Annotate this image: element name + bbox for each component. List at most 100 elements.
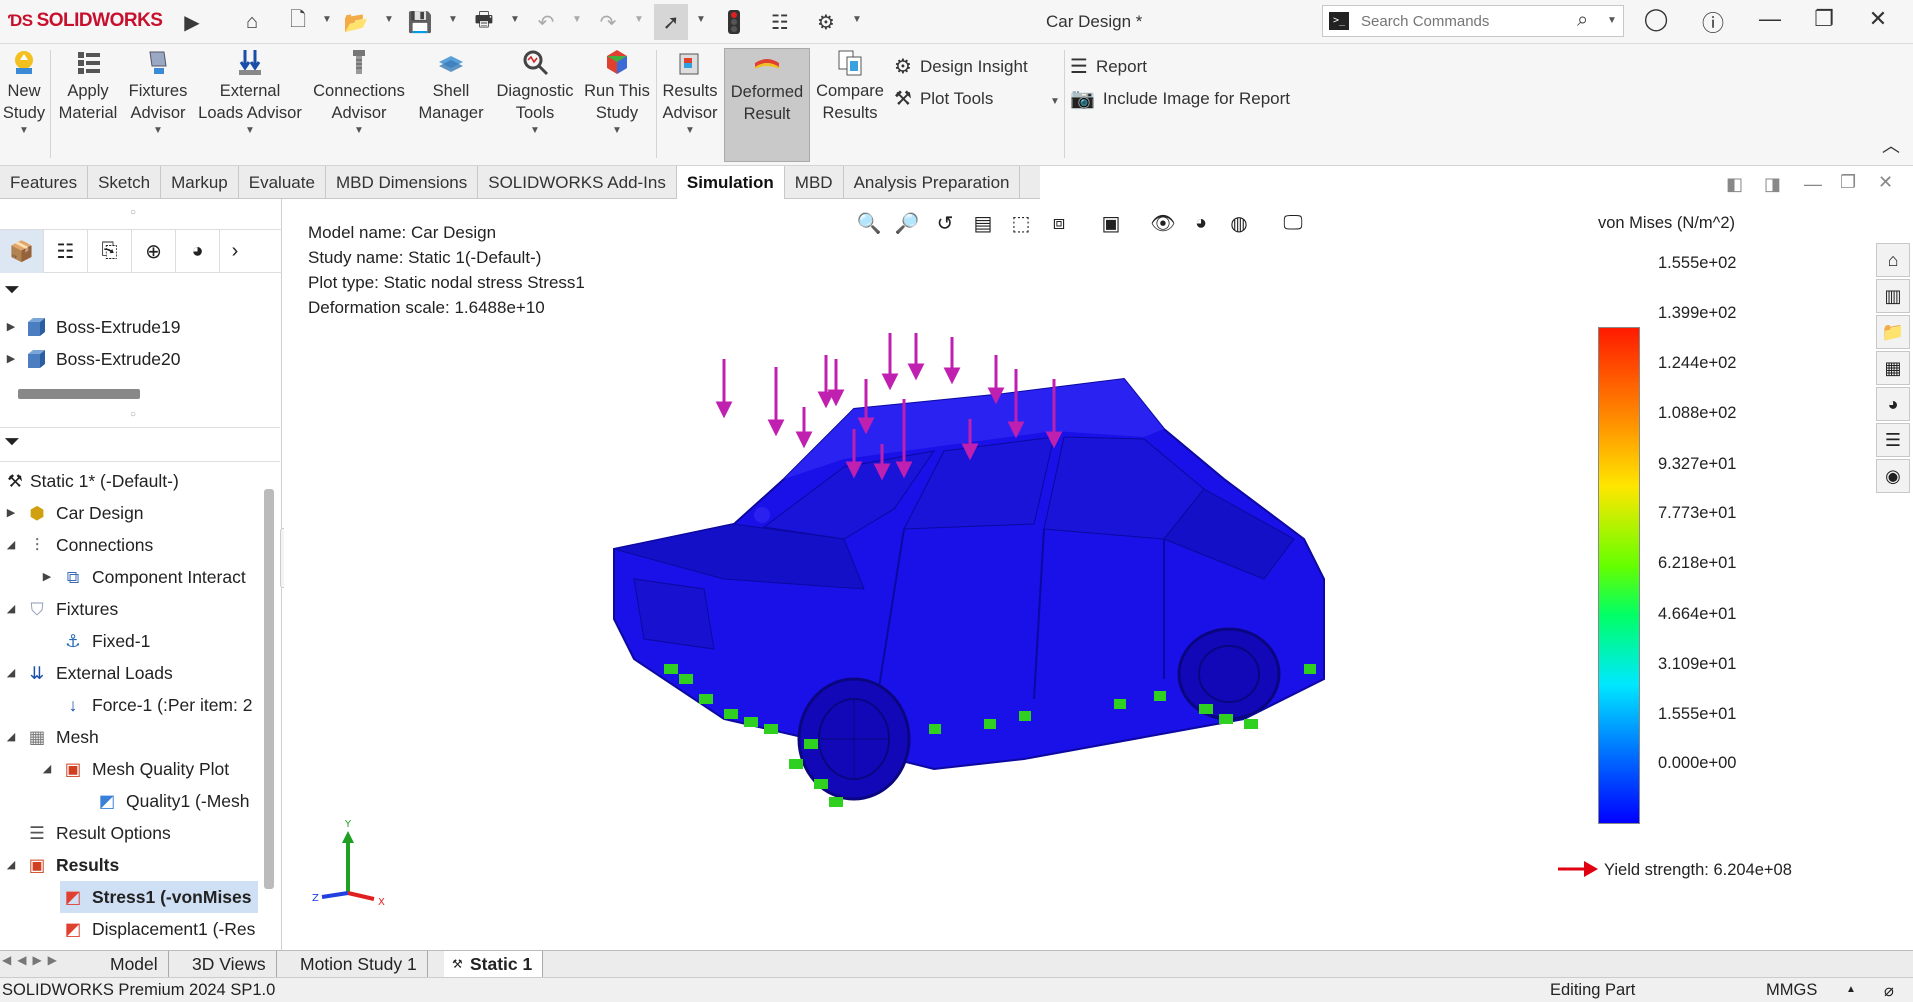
expand-menu-icon[interactable]: ▶ bbox=[178, 8, 206, 36]
tab-model[interactable]: Model bbox=[100, 951, 169, 978]
tile-right-icon[interactable]: ◨ bbox=[1764, 174, 1781, 195]
tab-analysis-preparation[interactable]: Analysis Preparation bbox=[844, 166, 1021, 199]
graphics-area[interactable]: Model name: Car Design Study name: Stati… bbox=[284, 199, 1913, 950]
help-icon[interactable]: ⓘ bbox=[1697, 6, 1729, 38]
tree-item-results[interactable]: ◢ ▣ Results bbox=[4, 849, 119, 881]
tree-item-component-interactions[interactable]: ▶ ⧉ Component Interact bbox=[40, 561, 246, 593]
edit-appearance-icon[interactable]: ◕ bbox=[1186, 209, 1216, 237]
tree-item-external-loads[interactable]: ◢ ⇊ External Loads bbox=[4, 657, 173, 689]
panel-splitter-handle[interactable]: ○ bbox=[130, 207, 136, 218]
connections-dropdown-icon[interactable]: ▼ bbox=[308, 126, 410, 136]
external-loads-dropdown-icon[interactable]: ▼ bbox=[196, 126, 304, 136]
select-cursor-icon[interactable]: ➚ bbox=[654, 4, 688, 40]
print-icon[interactable]: 🖶 bbox=[470, 8, 498, 36]
save-icon[interactable]: 💾 bbox=[406, 8, 434, 36]
tab-3d-views[interactable]: 3D Views bbox=[182, 951, 277, 978]
open-dropdown-icon[interactable]: ▼ bbox=[384, 14, 394, 25]
options-dropdown-icon[interactable]: ▼ bbox=[852, 14, 862, 25]
simulation-filter-icon[interactable]: ⏷ bbox=[4, 431, 20, 454]
property-manager-tab-icon[interactable]: ☷ bbox=[44, 230, 88, 273]
view-orientation-icon[interactable]: ⧈ bbox=[1044, 209, 1074, 237]
collapse-ribbon-icon[interactable]: ︿ bbox=[1882, 132, 1900, 158]
tree-item-boss-extrude20[interactable]: ▶ Boss-Extrude20 bbox=[4, 343, 181, 375]
traffic-light-icon[interactable] bbox=[720, 8, 748, 36]
fixtures-advisor-button[interactable]: Fixtures Advisor ▼ bbox=[124, 48, 192, 136]
results-advisor-dropdown-icon[interactable]: ▼ bbox=[660, 126, 720, 136]
tree-item-force-1[interactable]: ↓ Force-1 (:Per item: 2 bbox=[60, 689, 253, 721]
external-loads-advisor-button[interactable]: External Loads Advisor ▼ bbox=[196, 48, 304, 136]
horizontal-scrollbar[interactable] bbox=[18, 389, 140, 399]
display-style-icon[interactable]: ▣ bbox=[1096, 209, 1126, 237]
results-advisor-button[interactable]: Results Advisor ▼ bbox=[660, 48, 720, 136]
tab-sketch[interactable]: Sketch bbox=[88, 166, 162, 199]
new-study-button[interactable]: New Study ▼ bbox=[2, 48, 46, 136]
tab-scroll-arrows-icon[interactable]: ◀◀▶▶ bbox=[2, 953, 63, 967]
report-button[interactable]: ☰ Report bbox=[1070, 54, 1147, 79]
apply-material-button[interactable]: Apply Material bbox=[54, 48, 122, 124]
solidworks-forum-icon[interactable]: ◉ bbox=[1876, 459, 1910, 493]
tree-item-boss-extrude19[interactable]: ▶ Boss-Extrude19 bbox=[4, 311, 181, 343]
undo-dropdown-icon[interactable]: ▼ bbox=[572, 14, 582, 25]
viewport-close-icon[interactable]: ✕ bbox=[1878, 172, 1893, 193]
file-properties-icon[interactable]: ☷ bbox=[766, 8, 794, 36]
tab-markup[interactable]: Markup bbox=[161, 166, 239, 199]
plot-tools-dropdown-icon[interactable]: ▼ bbox=[1050, 96, 1060, 107]
view-selector-icon[interactable]: ⬚ bbox=[1006, 209, 1036, 237]
include-image-report-button[interactable]: 📷 Include Image for Report bbox=[1070, 86, 1290, 111]
save-dropdown-icon[interactable]: ▼ bbox=[448, 14, 458, 25]
fixtures-advisor-dropdown-icon[interactable]: ▼ bbox=[124, 126, 192, 136]
viewport-restore-icon[interactable]: ❐ bbox=[1840, 172, 1856, 193]
file-explorer-icon[interactable]: 📁 bbox=[1876, 315, 1910, 349]
collapse-icon[interactable]: ◢ bbox=[4, 529, 18, 561]
zoom-to-area-icon[interactable]: 🔎 bbox=[892, 209, 922, 237]
design-insight-button[interactable]: ⚙ Design Insight bbox=[894, 54, 1028, 79]
home-icon[interactable]: ⌂ bbox=[238, 8, 266, 36]
new-document-icon[interactable]: 🗋 bbox=[284, 8, 312, 36]
section-view-icon[interactable]: ▤ bbox=[968, 209, 998, 237]
panel-splitter-handle[interactable]: ○ bbox=[130, 409, 136, 420]
tab-simulation[interactable]: Simulation bbox=[676, 166, 785, 199]
run-study-dropdown-icon[interactable]: ▼ bbox=[582, 126, 652, 136]
units-label[interactable]: MMGS bbox=[1766, 981, 1817, 1000]
hide-show-items-icon[interactable]: 👁 bbox=[1148, 209, 1178, 237]
display-manager-tab-icon[interactable]: ◕ bbox=[176, 230, 220, 273]
configuration-manager-tab-icon[interactable]: ⎘ bbox=[88, 230, 132, 273]
expand-icon[interactable]: ▶ bbox=[4, 343, 18, 375]
expand-icon[interactable]: ▶ bbox=[40, 561, 54, 593]
tab-features[interactable]: Features bbox=[0, 166, 89, 199]
plot-tools-button[interactable]: ⚒ Plot Tools bbox=[894, 86, 993, 111]
tree-item-connections[interactable]: ◢ ⫶ Connections bbox=[4, 529, 154, 561]
tab-evaluate[interactable]: Evaluate bbox=[239, 166, 326, 199]
car-model-plot[interactable] bbox=[604, 319, 1464, 839]
tree-item-result-options[interactable]: ☰ Result Options bbox=[24, 817, 171, 849]
search-dropdown-icon[interactable]: ▼ bbox=[1607, 15, 1617, 26]
connections-advisor-button[interactable]: Connections Advisor ▼ bbox=[308, 48, 410, 136]
tab-static-1[interactable]: ⚒ Static 1 bbox=[444, 951, 544, 978]
diagnostic-tools-button[interactable]: Diagnostic Tools ▼ bbox=[492, 48, 578, 136]
collapse-icon[interactable]: ◢ bbox=[4, 593, 18, 625]
more-tabs-chevron-icon[interactable]: › bbox=[220, 230, 250, 273]
minimize-button[interactable]: — bbox=[1754, 6, 1786, 32]
shell-manager-button[interactable]: Shell Manager bbox=[414, 48, 488, 124]
expand-icon[interactable]: ▶ bbox=[4, 497, 18, 529]
new-study-dropdown-icon[interactable]: ▼ bbox=[2, 126, 46, 136]
view-settings-icon[interactable]: 🖵 bbox=[1278, 209, 1308, 237]
tree-item-stress1[interactable]: ◩ Stress1 (-vonMises bbox=[60, 881, 258, 913]
tab-mbd[interactable]: MBD bbox=[785, 166, 844, 199]
custom-properties-icon[interactable]: ☰ bbox=[1876, 423, 1910, 457]
tree-item-static-study[interactable]: ⚒ Static 1* (-Default-) bbox=[2, 465, 179, 497]
rebuild-status-icon[interactable]: ⌀ bbox=[1884, 981, 1894, 1001]
dimxpert-manager-tab-icon[interactable]: ⊕ bbox=[132, 230, 176, 273]
deformed-result-button[interactable]: Deformed Result bbox=[724, 48, 810, 162]
diagnostic-dropdown-icon[interactable]: ▼ bbox=[492, 126, 578, 136]
tab-motion-study-1[interactable]: Motion Study 1 bbox=[290, 951, 428, 978]
solidworks-logo[interactable]: ƊS SOLIDWORKS bbox=[8, 10, 163, 32]
close-button[interactable]: ✕ bbox=[1862, 6, 1894, 32]
user-account-icon[interactable]: ◯ bbox=[1640, 6, 1672, 32]
compare-results-button[interactable]: Compare Results bbox=[814, 48, 886, 124]
solidworks-resources-icon[interactable]: ⌂ bbox=[1876, 243, 1910, 277]
viewport-minimize-icon[interactable]: — bbox=[1804, 174, 1822, 195]
search-icon[interactable]: ⌕ bbox=[1577, 9, 1588, 32]
tree-item-displacement1[interactable]: ◩ Displacement1 (-Res bbox=[60, 913, 258, 945]
tile-left-icon[interactable]: ◧ bbox=[1726, 174, 1743, 195]
